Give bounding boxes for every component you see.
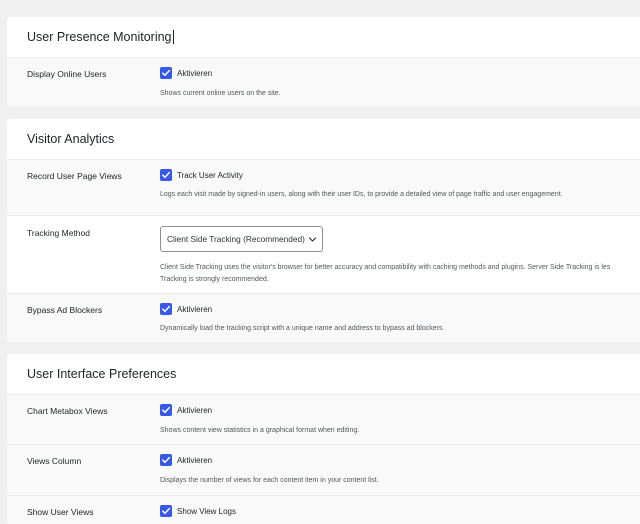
checkbox-label: Aktivieren: [177, 455, 213, 465]
checkbox-label: Track User Activity: [177, 170, 243, 180]
setting-label: Views Column: [27, 456, 82, 466]
checkmark-icon: [162, 69, 171, 77]
checkbox-label: Aktivieren: [177, 68, 213, 78]
views-column-checkbox-control[interactable]: Aktivieren: [160, 454, 212, 466]
select-value: Client Side Tracking (Recommended): [167, 234, 305, 244]
setting-row-bypass-ad-blockers: Bypass Ad Blockers Aktivieren Dynamicall…: [7, 293, 640, 342]
section-title-text: User Interface Preferences: [27, 367, 177, 381]
section-visitor-analytics: Visitor Analytics Record User Page Views…: [7, 119, 640, 342]
setting-row-record-user-page-views: Record User Page Views Track User Activi…: [7, 159, 640, 215]
description-line: Client Side Tracking uses the visitor's …: [160, 264, 611, 271]
section-title: User Presence Monitoring: [7, 17, 640, 57]
setting-description: Shows content view statistics in a graph…: [160, 427, 360, 434]
checkbox-label: Aktivieren: [177, 304, 213, 314]
section-title: Visitor Analytics: [7, 119, 640, 159]
chevron-down-icon: [308, 237, 317, 242]
text-cursor: [172, 30, 174, 44]
setting-label: Bypass Ad Blockers: [27, 305, 103, 315]
setting-description: Client Side Tracking uses the visitor's …: [160, 262, 640, 285]
checkmark-icon: [162, 171, 171, 179]
description-line: Tracking is strongly recommended.: [160, 275, 269, 283]
section-title: User Interface Preferences: [7, 354, 640, 394]
track-user-activity-checkbox-control[interactable]: Track User Activity: [160, 169, 243, 181]
setting-label: Tracking Method: [27, 228, 90, 238]
setting-description: Dynamically load the tracking script wit…: [160, 325, 445, 332]
show-view-logs-checkbox-control[interactable]: Show View Logs: [160, 505, 236, 517]
setting-description: Shows current online users on the site.: [160, 90, 281, 97]
section-user-interface-preferences: User Interface Preferences Chart Metabox…: [7, 354, 640, 524]
checkbox-checked[interactable]: [160, 67, 172, 79]
setting-label: Chart Metabox Views: [27, 406, 108, 416]
checkbox-checked[interactable]: [160, 303, 172, 315]
checkbox-checked[interactable]: [160, 404, 172, 416]
checkmark-icon: [162, 507, 171, 515]
setting-description: Logs each visit made by signed-in users,…: [160, 191, 563, 198]
setting-row-display-online-users: Display Online Users Aktivieren Shows cu…: [7, 57, 640, 106]
checkbox-checked[interactable]: [160, 505, 172, 517]
bypass-ad-blockers-checkbox-control[interactable]: Aktivieren: [160, 303, 212, 315]
section-title-text: Visitor Analytics: [27, 132, 115, 146]
setting-label: Record User Page Views: [27, 171, 122, 181]
section-title-text: User Presence Monitoring: [27, 30, 172, 44]
setting-label: Show User Views: [27, 507, 94, 517]
checkbox-checked[interactable]: [160, 454, 172, 466]
checkmark-icon: [162, 305, 171, 313]
setting-row-tracking-method: Tracking Method Client Side Tracking (Re…: [7, 215, 640, 293]
setting-row-views-column: Views Column Aktivieren Displays the num…: [7, 444, 640, 495]
setting-label: Display Online Users: [27, 69, 107, 79]
checkbox-label: Show View Logs: [177, 506, 236, 516]
checkmark-icon: [162, 406, 171, 414]
checkbox-label: Aktivieren: [177, 405, 213, 415]
chart-metabox-views-checkbox-control[interactable]: Aktivieren: [160, 404, 212, 416]
checkbox-checked[interactable]: [160, 169, 172, 181]
tracking-method-select[interactable]: Client Side Tracking (Recommended): [160, 226, 323, 252]
setting-description: Displays the number of views for each co…: [160, 477, 379, 484]
section-user-presence: User Presence Monitoring Display Online …: [7, 17, 640, 106]
display-online-users-checkbox-control[interactable]: Aktivieren: [160, 67, 212, 79]
setting-row-chart-metabox-views: Chart Metabox Views Aktivieren Shows con…: [7, 394, 640, 444]
checkmark-icon: [162, 456, 171, 464]
